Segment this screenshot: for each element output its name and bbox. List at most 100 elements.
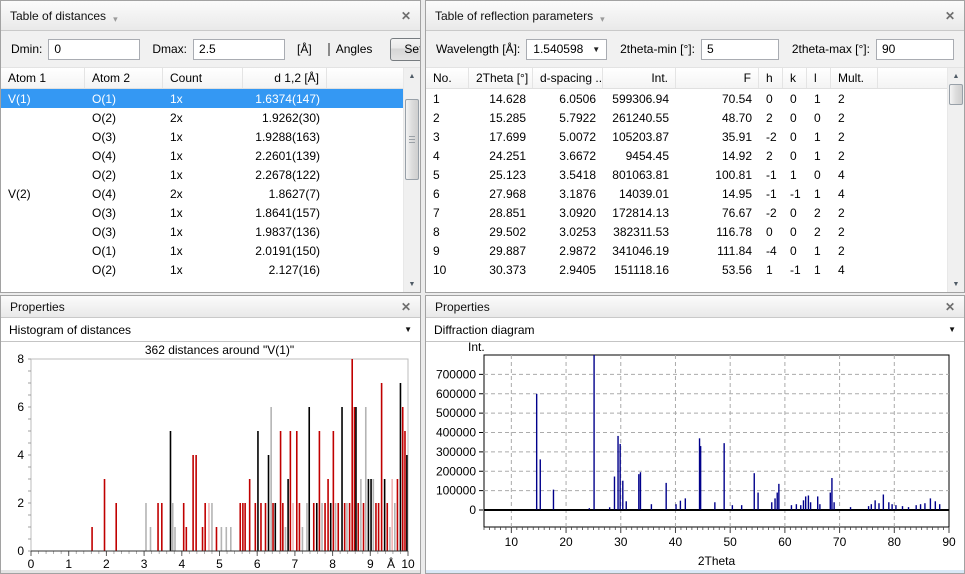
table-cell: V(2) bbox=[1, 187, 85, 201]
table-row[interactable]: 525.1233.5418801063.81100.81-1104 bbox=[426, 165, 947, 184]
theta-min-input[interactable] bbox=[701, 39, 779, 60]
column-header[interactable]: F bbox=[676, 68, 759, 88]
column-header[interactable]: Atom 1 bbox=[1, 68, 85, 88]
table-cell: 15.285 bbox=[469, 111, 533, 125]
table-cell: 2 bbox=[426, 111, 469, 125]
close-icon[interactable]: ✕ bbox=[401, 9, 411, 23]
table-cell: 1x bbox=[163, 225, 243, 239]
theta-max-label: 2theta-max [°]: bbox=[792, 42, 870, 56]
table-cell: O(4) bbox=[85, 149, 163, 163]
table-row[interactable]: 829.5023.0253382311.53116.780022 bbox=[426, 222, 947, 241]
svg-text:9: 9 bbox=[367, 557, 374, 571]
table-row[interactable]: O(2)1x2.2678(122) bbox=[1, 165, 403, 184]
wavelength-select[interactable]: 1.540598 ▼ bbox=[526, 39, 607, 60]
table-cell: 2 bbox=[831, 225, 878, 239]
scroll-track[interactable] bbox=[948, 84, 964, 276]
table-cell: 0 bbox=[807, 168, 831, 182]
table-cell: 2 bbox=[831, 130, 878, 144]
table-row[interactable]: 1030.3732.9405151118.1653.561-114 bbox=[426, 260, 947, 279]
table-cell: -1 bbox=[759, 168, 783, 182]
distances-panel-header: Table of distances ▾ ✕ bbox=[1, 1, 420, 31]
column-header[interactable]: h bbox=[759, 68, 783, 88]
table-row[interactable]: 728.8513.0920172814.1376.67-2022 bbox=[426, 203, 947, 222]
scroll-down-icon[interactable]: ▼ bbox=[948, 276, 964, 292]
table-cell: O(2) bbox=[85, 263, 163, 277]
table-cell: -4 bbox=[759, 244, 783, 258]
table-cell: -2 bbox=[759, 130, 783, 144]
table-row[interactable]: 215.2855.7922261240.5548.702002 bbox=[426, 108, 947, 127]
close-icon[interactable]: ✕ bbox=[945, 9, 955, 23]
table-row[interactable]: O(1)1x2.0191(150) bbox=[1, 241, 403, 260]
diffraction-view-select[interactable]: Diffraction diagram ▼ bbox=[426, 318, 964, 342]
column-header[interactable]: k bbox=[783, 68, 807, 88]
distances-scrollbar[interactable]: ▲ ▼ bbox=[403, 68, 420, 292]
chevron-down-icon[interactable]: ▾ bbox=[600, 14, 605, 25]
close-icon[interactable]: ✕ bbox=[401, 300, 411, 314]
table-row[interactable]: V(1)O(1)1x1.6374(147) bbox=[1, 89, 403, 108]
dmax-label: Dmax: bbox=[152, 42, 187, 56]
table-cell: 1x bbox=[163, 168, 243, 182]
column-header[interactable]: l bbox=[807, 68, 831, 88]
svg-text:4: 4 bbox=[178, 557, 185, 571]
svg-text:362 distances around "V(1)": 362 distances around "V(1)" bbox=[145, 343, 294, 357]
table-row[interactable]: 424.2513.66729454.4514.922012 bbox=[426, 146, 947, 165]
chevron-down-icon[interactable]: ▾ bbox=[113, 14, 118, 25]
dmax-input[interactable] bbox=[193, 39, 285, 60]
table-cell: O(2) bbox=[85, 168, 163, 182]
table-row[interactable]: 929.8872.9872341046.19111.84-4012 bbox=[426, 241, 947, 260]
svg-text:8: 8 bbox=[17, 352, 24, 366]
column-header[interactable]: No. bbox=[426, 68, 469, 88]
column-header[interactable]: Int. bbox=[603, 68, 676, 88]
table-row[interactable]: O(3)1x1.9837(136) bbox=[1, 222, 403, 241]
table-cell: 1 bbox=[807, 244, 831, 258]
table-cell: 5.0072 bbox=[533, 130, 603, 144]
table-row[interactable]: V(2)O(4)2x1.8627(7) bbox=[1, 184, 403, 203]
svg-text:4: 4 bbox=[17, 448, 24, 462]
table-cell: 3.0253 bbox=[533, 225, 603, 239]
table-cell: 1x bbox=[163, 149, 243, 163]
table-row[interactable]: O(2)2x1.9262(30) bbox=[1, 108, 403, 127]
table-row[interactable]: O(3)1x1.9288(163) bbox=[1, 127, 403, 146]
table-row[interactable]: 114.6286.0506599306.9470.540012 bbox=[426, 89, 947, 108]
table-cell: 5.7922 bbox=[533, 111, 603, 125]
table-cell: -1 bbox=[759, 187, 783, 201]
table-row[interactable]: O(3)1x1.8641(157) bbox=[1, 203, 403, 222]
table-cell: O(1) bbox=[85, 244, 163, 258]
column-header[interactable]: Atom 2 bbox=[85, 68, 163, 88]
table-cell: 53.56 bbox=[676, 263, 759, 277]
column-header[interactable]: Mult. bbox=[831, 68, 878, 88]
scroll-thumb[interactable] bbox=[949, 84, 963, 105]
svg-text:8: 8 bbox=[329, 557, 336, 571]
table-cell: 70.54 bbox=[676, 92, 759, 106]
table-cell: -1 bbox=[783, 263, 807, 277]
scroll-thumb[interactable] bbox=[405, 99, 419, 180]
histogram-view-select[interactable]: Histogram of distances ▼ bbox=[1, 318, 420, 342]
column-header[interactable]: 2Theta [°] bbox=[469, 68, 533, 88]
column-header[interactable]: d-spacing ... bbox=[533, 68, 603, 88]
svg-text:6: 6 bbox=[254, 557, 261, 571]
scroll-up-icon[interactable]: ▲ bbox=[948, 68, 964, 84]
table-row[interactable]: 627.9683.187614039.0114.95-1-114 bbox=[426, 184, 947, 203]
table-row[interactable]: O(4)1x2.2601(139) bbox=[1, 146, 403, 165]
settings-button[interactable]: Settings... bbox=[390, 38, 421, 61]
wavelength-label: Wavelength [Å]: bbox=[436, 42, 520, 56]
reflections-scrollbar[interactable]: ▲ ▼ bbox=[947, 68, 964, 292]
close-icon[interactable]: ✕ bbox=[945, 300, 955, 314]
table-row[interactable]: 317.6995.0072105203.8735.91-2012 bbox=[426, 127, 947, 146]
table-row[interactable]: O(2)1x2.127(16) bbox=[1, 260, 403, 279]
table-cell: 9 bbox=[426, 244, 469, 258]
column-header[interactable]: Count bbox=[163, 68, 243, 88]
dmin-input[interactable] bbox=[48, 39, 140, 60]
scroll-track[interactable] bbox=[404, 84, 420, 276]
panel-bottom-edge bbox=[426, 570, 964, 573]
table-cell: 25.123 bbox=[469, 168, 533, 182]
table-cell: 29.887 bbox=[469, 244, 533, 258]
scroll-down-icon[interactable]: ▼ bbox=[404, 276, 420, 292]
column-header[interactable]: d 1,2 [Å] bbox=[243, 68, 327, 88]
theta-max-input[interactable] bbox=[876, 39, 954, 60]
scroll-up-icon[interactable]: ▲ bbox=[404, 68, 420, 84]
distances-table-container: Atom 1Atom 2Countd 1,2 [Å]V(1)O(1)1x1.63… bbox=[1, 67, 420, 292]
reflections-table: No.2Theta [°]d-spacing ...Int.FhklMult.1… bbox=[426, 68, 947, 292]
angles-checkbox[interactable] bbox=[328, 43, 330, 56]
table-cell: 1.9262(30) bbox=[243, 111, 327, 125]
